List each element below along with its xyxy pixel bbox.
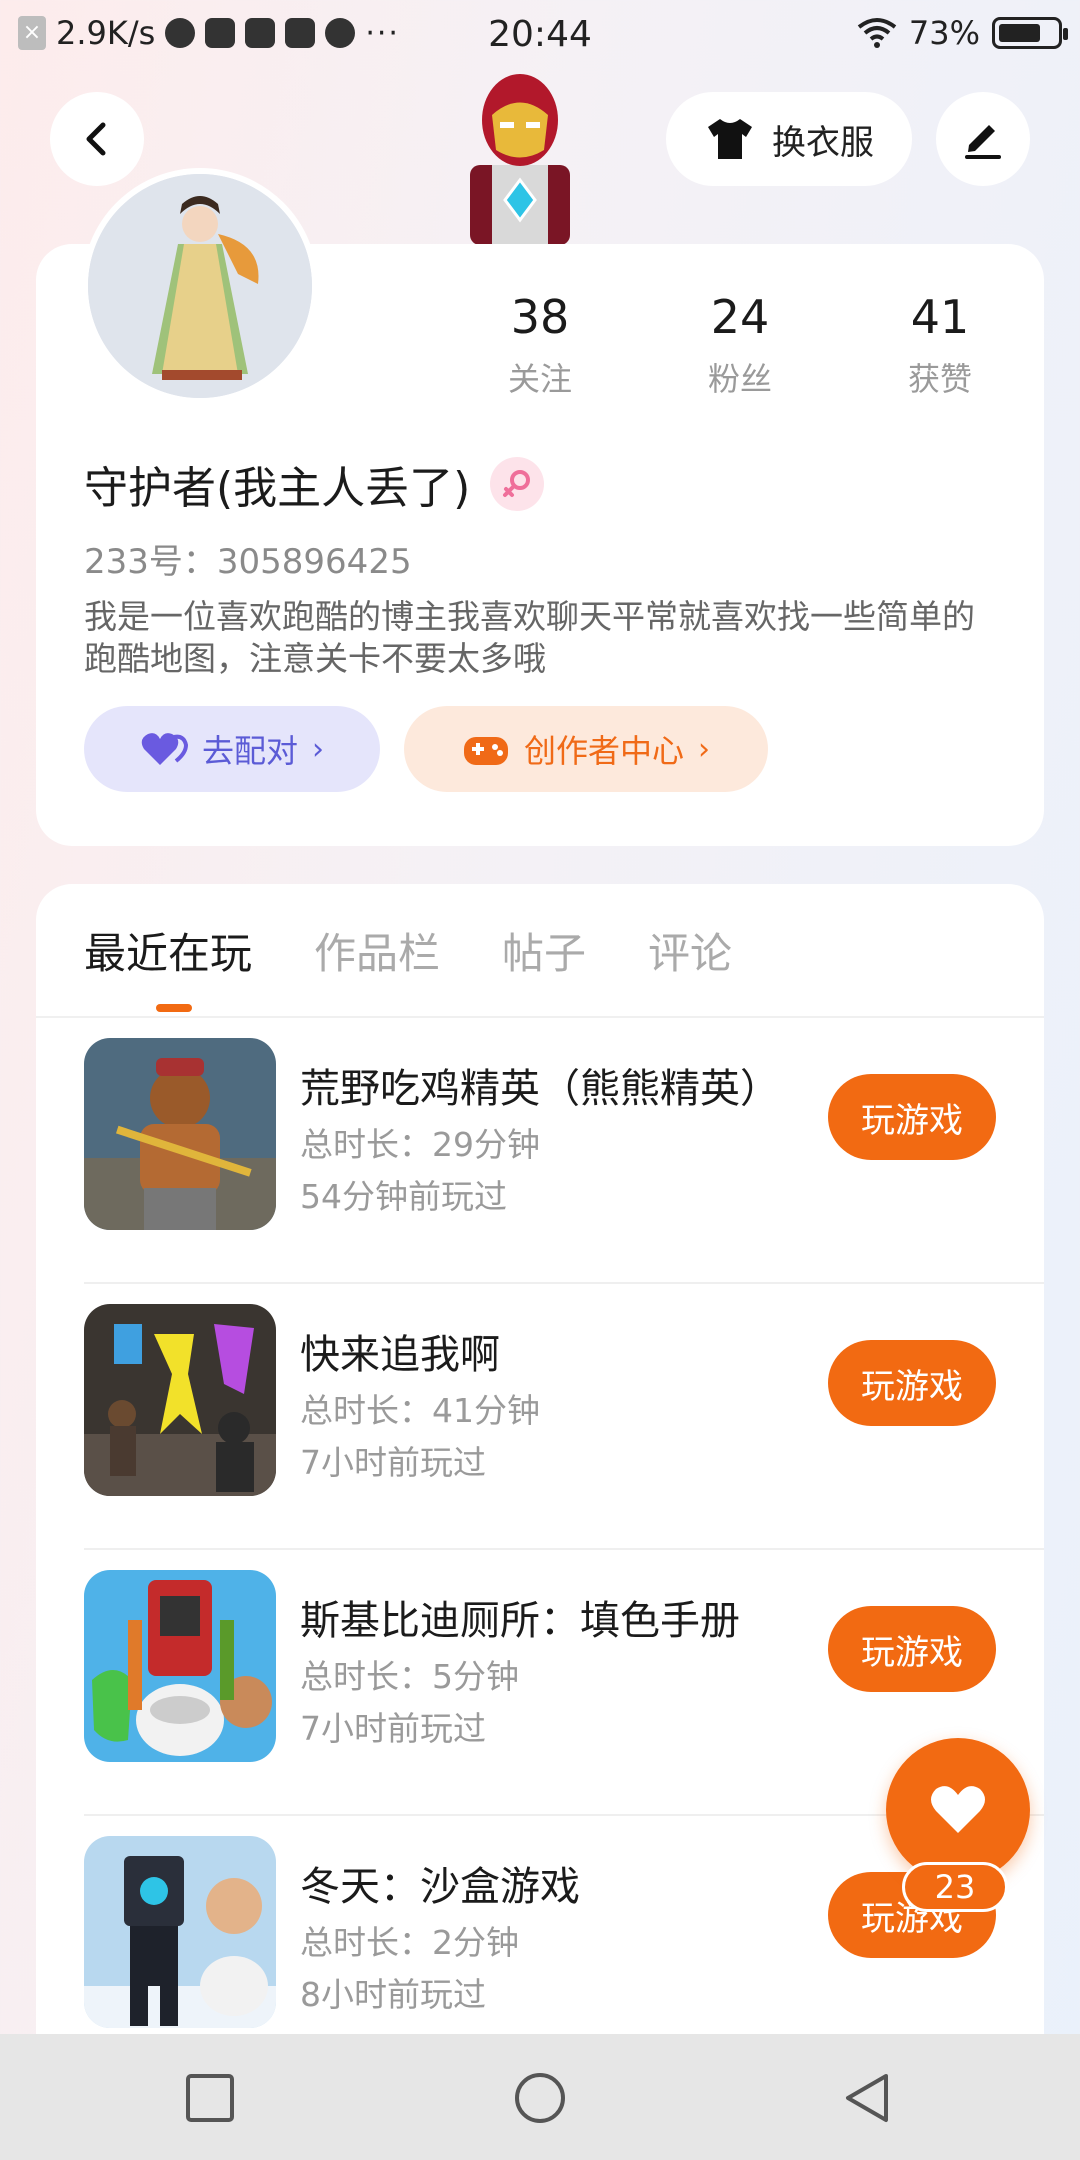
list-item[interactable]: 快来追我啊 总时长：41分钟 7小时前玩过 玩游戏	[84, 1284, 1044, 1550]
tab-posts[interactable]: 帖子	[502, 920, 586, 981]
gender-badge	[490, 457, 545, 511]
like-button[interactable]	[886, 1738, 1030, 1882]
game-title: 荒野吃鸡精英（熊熊精英）	[300, 1066, 780, 1112]
avatar-figure	[88, 174, 312, 398]
game-thumbnail[interactable]	[84, 1836, 276, 2028]
back-triangle-icon[interactable]	[842, 2072, 894, 2124]
status-bar: × 2.9K/s ··· 20:44 73%	[0, 0, 1080, 72]
profile-tabs: 最近在玩 作品栏 帖子 评论	[84, 920, 732, 981]
stat-following[interactable]: 38 关注	[440, 290, 640, 400]
heart-pair-icon	[141, 733, 188, 765]
stat-label: 关注	[507, 360, 572, 398]
tab-indicator	[156, 1004, 192, 1012]
status-right: 73%	[857, 14, 1068, 52]
chevron-right-icon: ›	[312, 731, 324, 767]
female-icon	[503, 470, 531, 497]
tab-recent-playing[interactable]: 最近在玩	[84, 920, 252, 981]
game-thumbnail[interactable]	[84, 1038, 276, 1230]
shirt-icon	[708, 119, 752, 159]
game-last-played: 8小时前玩过	[300, 1975, 486, 2014]
home-icon[interactable]	[514, 2072, 566, 2124]
stat-value: 24	[710, 290, 770, 344]
avatar[interactable]	[82, 168, 318, 404]
stat-likes[interactable]: 41 获赞	[840, 290, 1040, 400]
back-button[interactable]	[50, 92, 144, 186]
game-last-played: 7小时前玩过	[300, 1443, 486, 1482]
heart-icon	[931, 1786, 985, 1833]
change-outfit-button[interactable]: 换衣服	[666, 92, 912, 186]
game-art	[84, 1304, 276, 1496]
creator-center-button[interactable]: 创作者中心 ›	[404, 706, 768, 792]
match-button[interactable]: 去配对 ›	[84, 706, 380, 792]
match-label: 去配对	[201, 732, 298, 770]
creator-center-label: 创作者中心	[523, 732, 684, 770]
stat-value: 41	[910, 290, 970, 344]
game-art	[84, 1570, 276, 1762]
back-arrow-icon	[86, 122, 106, 156]
stat-label: 获赞	[907, 360, 972, 398]
chevron-right-icon: ›	[698, 731, 710, 767]
game-duration: 总时长：41分钟	[300, 1391, 540, 1430]
tab-comments[interactable]: 评论	[648, 920, 732, 981]
profile-stats: 38 关注 24 粉丝 41 获赞	[440, 290, 1040, 400]
game-thumbnail[interactable]	[84, 1570, 276, 1762]
game-title: 快来追我啊	[300, 1332, 500, 1378]
game-thumbnail[interactable]	[84, 1304, 276, 1496]
battery-icon	[992, 17, 1068, 49]
edit-profile-button[interactable]	[936, 92, 1030, 186]
game-last-played: 54分钟前玩过	[300, 1177, 507, 1216]
tab-works[interactable]: 作品栏	[314, 920, 440, 981]
like-count-badge: 23	[902, 1862, 1008, 1912]
battery-percent: 73%	[908, 14, 980, 52]
pen-icon	[965, 125, 1001, 159]
list-item[interactable]: 荒野吃鸡精英（熊熊精英） 总时长：29分钟 54分钟前玩过 玩游戏	[84, 1018, 1044, 1284]
gamepad-icon	[463, 737, 508, 765]
game-title: 冬天：沙盒游戏	[300, 1864, 580, 1910]
username: 守护者(我主人丢了)	[84, 463, 471, 514]
avatar-costume-figure	[470, 74, 570, 245]
game-art	[84, 1038, 276, 1230]
play-game-button[interactable]: 玩游戏	[828, 1340, 996, 1426]
system-nav-bar	[0, 2034, 1080, 2160]
game-duration: 总时长：2分钟	[300, 1923, 519, 1962]
game-duration: 总时长：5分钟	[300, 1657, 519, 1696]
user-id: 233号：305896425	[84, 542, 412, 582]
stat-label: 粉丝	[707, 360, 772, 398]
change-outfit-label: 换衣服	[772, 122, 874, 163]
stat-value: 38	[510, 290, 570, 344]
wifi-icon	[857, 18, 897, 48]
game-title: 斯基比迪厕所：填色手册	[300, 1598, 740, 1644]
bio: 我是一位喜欢跑酷的博主我喜欢聊天平常就喜欢找一些简单的跑酷地图，注意关卡不要太多…	[84, 597, 975, 678]
game-art	[84, 1836, 276, 2028]
play-game-button[interactable]: 玩游戏	[828, 1606, 996, 1692]
stat-followers[interactable]: 24 粉丝	[640, 290, 840, 400]
recent-apps-icon[interactable]	[184, 2072, 236, 2124]
game-last-played: 7小时前玩过	[300, 1709, 486, 1748]
username-row: 守护者(我主人丢了)	[84, 452, 545, 516]
game-duration: 总时长：29分钟	[300, 1125, 540, 1164]
play-game-button[interactable]: 玩游戏	[828, 1074, 996, 1160]
